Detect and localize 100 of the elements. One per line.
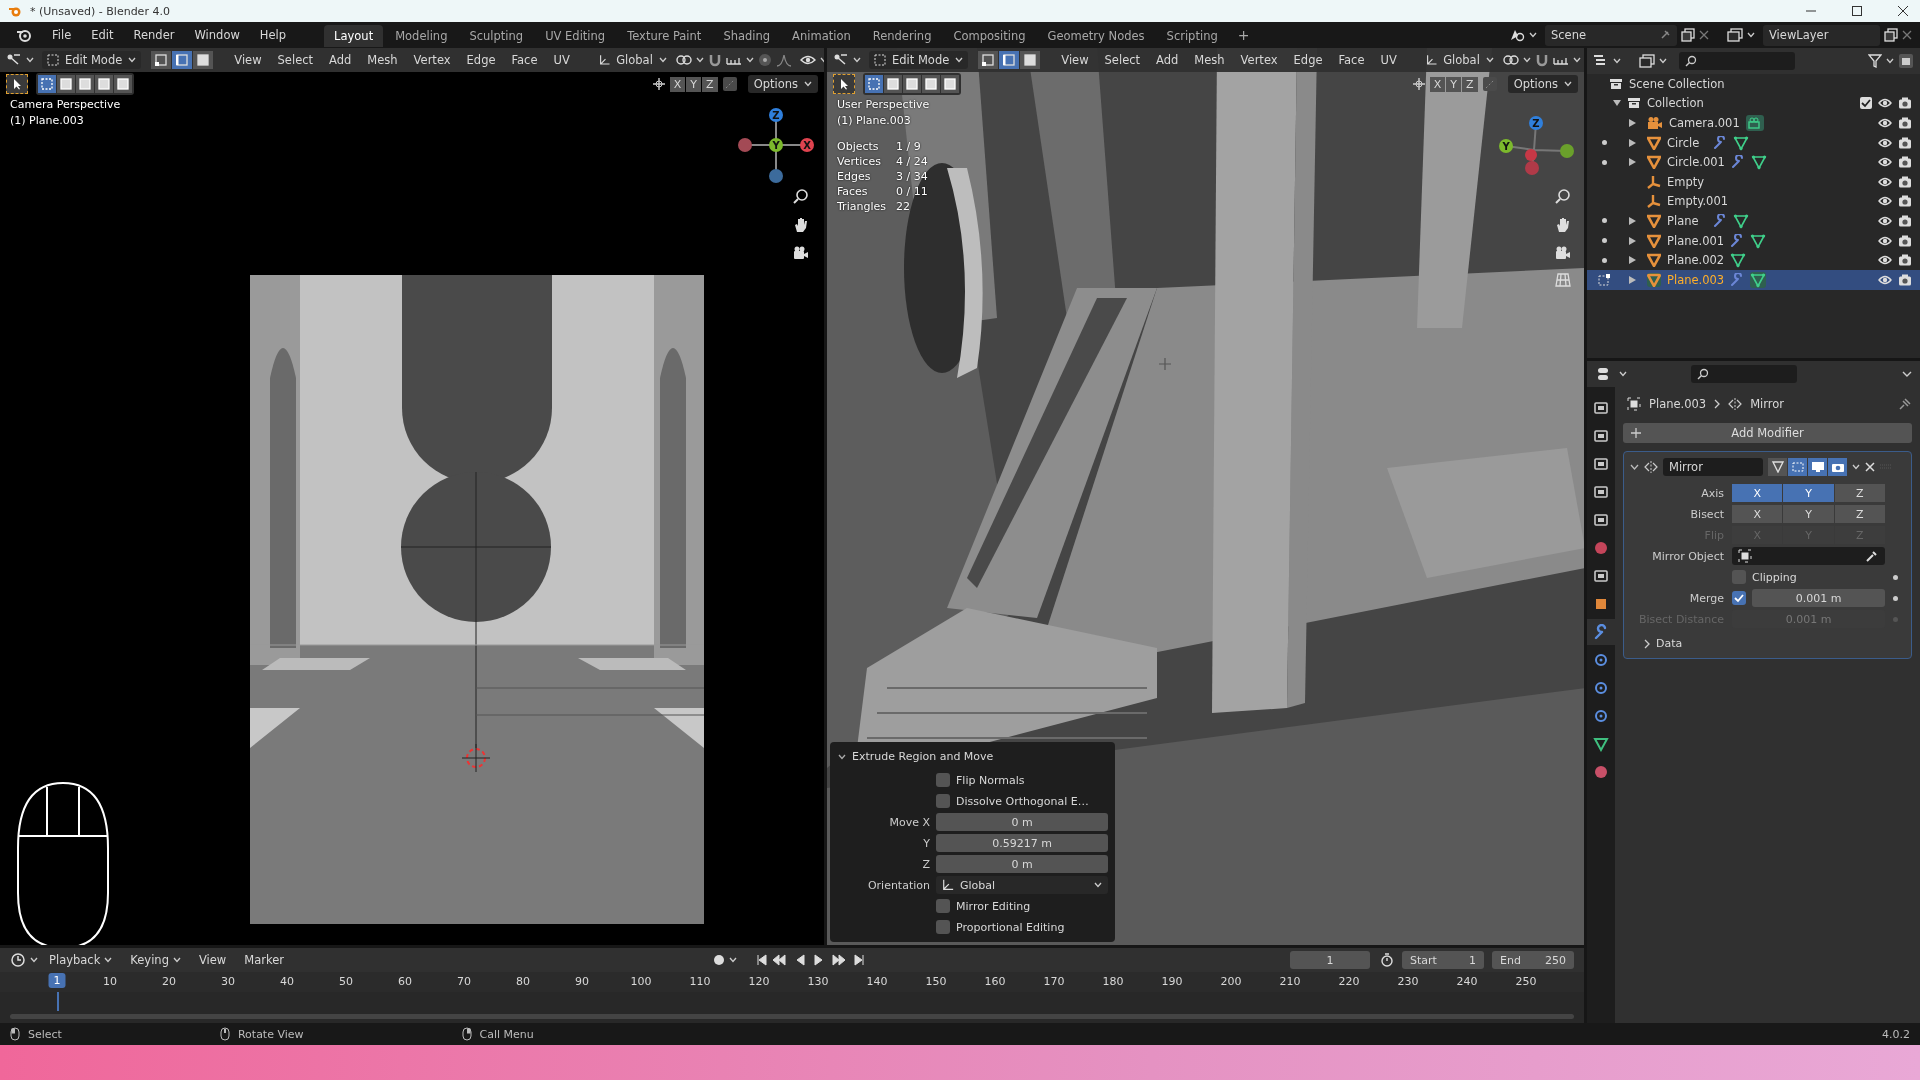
options-dropdown[interactable]: Options (1507, 75, 1578, 93)
number-field[interactable]: 0.001 m (1752, 589, 1885, 607)
pivot-icon[interactable] (1502, 53, 1519, 67)
dot-icon[interactable] (1601, 238, 1607, 244)
snap-magnet-icon[interactable] (707, 53, 722, 67)
axis-toggle[interactable]: Y (686, 76, 702, 92)
checkbox-box[interactable] (936, 794, 950, 808)
selection-mode-icon[interactable] (76, 75, 94, 93)
disclosure-triangle-icon[interactable] (1629, 236, 1636, 245)
gizmo-icon[interactable] (651, 77, 666, 91)
stopwatch-icon[interactable] (1380, 953, 1394, 967)
axis-toggle-button[interactable]: Y (1783, 505, 1834, 523)
options-dropdown[interactable]: Options (747, 75, 818, 93)
camera-icon[interactable] (1898, 273, 1912, 286)
checkbox-box[interactable] (936, 773, 950, 787)
checkbox-box[interactable] (936, 899, 950, 913)
eye-icon[interactable] (1878, 214, 1892, 227)
chevron-down-icon[interactable] (1902, 370, 1912, 378)
add-workspace-button[interactable]: + (1229, 25, 1258, 47)
hand-icon[interactable] (1555, 217, 1571, 233)
eye-icon[interactable] (1878, 195, 1892, 208)
selection-mode-icon[interactable] (95, 75, 113, 93)
number-field[interactable]: 0 m (936, 855, 1108, 873)
camera-icon[interactable] (793, 246, 809, 260)
display-mode-icon[interactable] (1639, 54, 1655, 68)
axis-toggle-button[interactable]: X (1732, 484, 1783, 502)
workspace-tab[interactable]: Animation (782, 25, 861, 47)
selection-mode-icon[interactable] (114, 75, 132, 93)
add-modifier-button[interactable]: Add Modifier (1623, 423, 1912, 443)
disclosure-triangle-icon[interactable] (1629, 119, 1636, 127)
header-menu-item[interactable]: Select (1098, 51, 1147, 69)
end-frame-field[interactable]: End 250 (1492, 951, 1574, 969)
keyframe-dot-icon[interactable] (1893, 574, 1898, 580)
keyframe-dot-icon[interactable] (1893, 595, 1898, 601)
select-mode-button[interactable] (978, 51, 999, 69)
timeline-menu[interactable]: Keying (123, 951, 188, 969)
orientation-dropdown[interactable]: Global (1420, 51, 1499, 69)
subpanel-header[interactable]: Data (1656, 637, 1683, 650)
mode-dropdown[interactable]: Edit Mode (869, 51, 969, 69)
header-menu-item[interactable]: Vertex (407, 51, 457, 69)
selection-mode-icon[interactable] (941, 75, 959, 93)
checkbox[interactable]: Proportional Editing (936, 918, 1108, 936)
disclosure-triangle-icon[interactable] (1629, 158, 1636, 167)
header-menu-item[interactable]: Face (1332, 51, 1371, 69)
falloff-curve-icon[interactable] (775, 53, 792, 67)
header-menu-item[interactable]: View (1055, 51, 1095, 69)
record-icon[interactable] (712, 954, 725, 966)
copy-icon[interactable] (1681, 28, 1695, 42)
outliner-row[interactable]: Plane.002 (1587, 250, 1920, 270)
header-menu-item[interactable]: Edge (1287, 51, 1329, 69)
axis-toggle-button[interactable]: Z (1834, 505, 1885, 523)
outliner-row[interactable]: Circle (1587, 132, 1920, 153)
outliner-row[interactable]: Plane.001 (1587, 230, 1920, 251)
grid-icon[interactable] (1555, 273, 1571, 287)
header-menu-item[interactable]: Add (1150, 51, 1185, 69)
modifier-toggle-button[interactable] (1788, 458, 1807, 476)
navigation-gizmo[interactable]: Z Y X (738, 108, 814, 183)
select-mode-button[interactable] (193, 51, 214, 69)
search-field[interactable] (1679, 52, 1795, 70)
navigation-gizmo[interactable]: Z Y (1499, 116, 1574, 175)
modifier-toggle-button[interactable] (1828, 458, 1847, 476)
timeline-menu[interactable]: View (191, 951, 234, 969)
disclosure-triangle-icon[interactable] (1629, 216, 1636, 225)
workspace-tab[interactable]: Compositing (943, 25, 1036, 47)
disclosure-triangle-icon[interactable] (1613, 99, 1621, 108)
axis-toggle-button[interactable]: Y (1783, 484, 1834, 502)
select-box-tool-button[interactable] (6, 74, 28, 94)
edit-mode-icon[interactable] (1597, 272, 1611, 287)
workspace-tab[interactable]: UV Editing (535, 25, 616, 47)
chevron-right-icon[interactable] (1644, 638, 1650, 649)
eye-icon[interactable] (1878, 273, 1892, 286)
panel-header[interactable]: Extrude Region and Move (830, 746, 1115, 771)
modifier-toggle-button[interactable] (1808, 458, 1827, 476)
maximize-icon[interactable] (1852, 6, 1862, 16)
checkbox[interactable]: Dissolve Orthogonal E… (936, 792, 1108, 810)
checkbox[interactable]: Flip Normals (936, 771, 1108, 789)
eye-icon[interactable] (1878, 175, 1892, 188)
eye-icon[interactable] (1878, 136, 1892, 149)
checkbox-box[interactable] (936, 920, 950, 934)
axis-toggle-button[interactable]: Z (1834, 484, 1885, 502)
disclosure-triangle-icon[interactable] (1629, 256, 1636, 265)
menu-item[interactable]: Window (186, 25, 248, 45)
header-menu-item[interactable]: Mesh (1188, 51, 1231, 69)
zoom-icon[interactable] (1555, 188, 1571, 204)
disclosure-triangle-icon[interactable] (1629, 138, 1636, 147)
camera-icon[interactable] (1898, 175, 1912, 188)
checkbox[interactable] (1732, 591, 1746, 605)
clock-icon[interactable] (10, 952, 26, 968)
checkbox[interactable]: Clipping (1732, 568, 1885, 586)
modifier-name-field[interactable]: Mirror (1663, 458, 1763, 476)
header-menu-item[interactable]: Vertex (1234, 51, 1284, 69)
camera-icon[interactable] (1898, 214, 1912, 227)
orientation-dropdown[interactable]: Global (936, 876, 1108, 894)
axis-toggle-button[interactable]: X (1732, 505, 1783, 523)
header-menu-item[interactable]: UV (547, 51, 576, 69)
selection-mode-icon[interactable] (57, 75, 75, 93)
outliner-row[interactable]: Camera.001 (1587, 113, 1920, 133)
new-collection-icon[interactable] (1898, 53, 1914, 69)
outliner-row[interactable]: Plane (1587, 211, 1920, 231)
scene-icon[interactable] (1509, 28, 1525, 42)
